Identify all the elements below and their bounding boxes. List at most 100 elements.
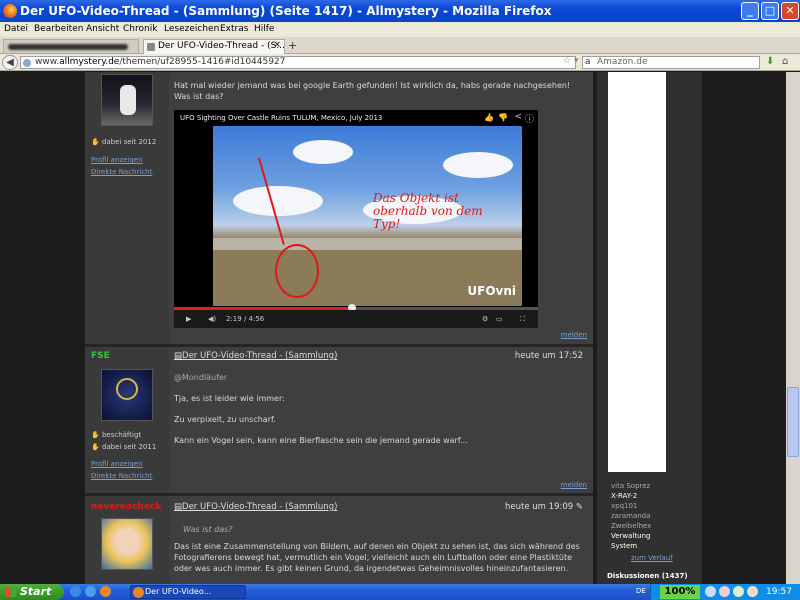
menu-extras[interactable]: Extras — [220, 24, 248, 34]
site-identity-icon[interactable] — [23, 59, 31, 67]
download-icon[interactable]: ⬇ — [766, 56, 774, 67]
status-icon: ✋ — [91, 431, 100, 439]
tray-icon[interactable] — [719, 586, 730, 597]
username-fse[interactable]: FSE — [91, 351, 110, 361]
online-user[interactable]: X-RAY-2 — [611, 492, 637, 500]
settings-gear-icon[interactable]: ⚙ — [482, 315, 488, 323]
language-indicator[interactable]: DE — [636, 587, 646, 595]
scrollbar-thumb[interactable] — [787, 387, 799, 457]
thread-icon: ▤ — [174, 351, 183, 361]
home-icon[interactable]: ⌂ — [782, 56, 788, 67]
video-time: 2:19 / 4:56 — [226, 315, 265, 323]
menu-bar: Datei Bearbeiten Ansicht Chronik Lesezei… — [0, 22, 800, 37]
post-text-line: Kann ein Vogel sein, kann eine Bierflasc… — [174, 436, 468, 445]
message-link[interactable]: Direkte Nachricht — [91, 168, 152, 176]
menu-chronik[interactable]: Chronik — [123, 24, 157, 34]
play-icon[interactable]: ▶ — [186, 315, 191, 323]
windows-flag-icon — [5, 587, 16, 597]
task-label: Der UFO-Video... — [145, 587, 212, 596]
woman-avatar[interactable] — [101, 518, 153, 570]
url-path: /themen/uf28955-1416#id10445927 — [119, 57, 286, 67]
message-link[interactable]: Direkte Nachricht — [91, 472, 152, 480]
mention[interactable]: @Mondläufer — [174, 373, 227, 382]
window-title: Der UFO-Video-Thread - (Sammlung) (Seite… — [20, 4, 552, 18]
tab-close-icon[interactable]: × — [273, 40, 281, 50]
user-since: dabei seit 2011 — [101, 443, 157, 451]
url-bar[interactable]: www.allmystery.de/themen/uf28955-1416#id… — [20, 56, 588, 69]
post-1-body: Hat mal wieder jemand was bei google Ear… — [169, 72, 593, 344]
video-annotation: Das Objekt ist oberhalb von dem Typ! — [373, 191, 483, 231]
post-text-line: Was ist das? — [174, 92, 224, 101]
galactic-federation-avatar[interactable] — [101, 369, 153, 421]
new-tab-button[interactable]: + — [288, 39, 297, 52]
hand-icon: ✋ — [91, 138, 100, 146]
history-link[interactable]: zum Verlauf — [631, 554, 673, 562]
share-icon[interactable]: < — [514, 112, 522, 122]
thread-icon: ▤ — [174, 502, 183, 512]
windows-taskbar: Start Der UFO-Video... DE 100% 19:57 — [0, 584, 800, 600]
quicklaunch-firefox-icon[interactable] — [100, 586, 111, 597]
tray-icon[interactable] — [705, 586, 716, 597]
clock: 19:57 — [766, 587, 792, 597]
menu-lesezeichen[interactable]: Lesezeichen — [164, 24, 219, 34]
discussions-heading: Diskussionen (1437) — [607, 572, 688, 580]
video-frame: Das Objekt ist oberhalb von dem Typ! UFO… — [213, 126, 522, 306]
online-user[interactable]: Zweibelhex — [611, 522, 651, 530]
youtube-icon[interactable]: ▭ — [496, 315, 503, 323]
post-time: heute um 17:52 — [514, 351, 583, 361]
thread-title-link[interactable]: Der UFO-Video-Thread - (Sammlung) — [182, 351, 337, 361]
maximize-button[interactable]: □ — [761, 2, 779, 20]
profile-link[interactable]: Profil anzeigen — [91, 156, 143, 164]
tray-icon[interactable] — [733, 586, 744, 597]
menu-ansicht[interactable]: Ansicht — [86, 24, 119, 34]
post-3-body: ▤Der UFO-Video-Thread - (Sammlung) heute… — [169, 496, 593, 584]
minimize-button[interactable]: _ — [741, 2, 759, 20]
online-user[interactable]: xpq101 — [611, 502, 637, 510]
quicklaunch-desktop-icon[interactable] — [70, 586, 81, 597]
video-player[interactable]: UFO Sighting Over Castle Ruins TULUM, Me… — [174, 110, 538, 328]
online-user[interactable]: zaramanda — [611, 512, 650, 520]
info-icon[interactable]: ⓘ — [525, 112, 534, 125]
hand-icon: ✋ — [91, 443, 100, 451]
fullscreen-icon[interactable]: ⛶ — [520, 315, 525, 324]
zoom-level-badge[interactable]: 100% — [660, 585, 700, 599]
menu-bearbeiten[interactable]: Bearbeiten — [34, 24, 83, 34]
online-user[interactable]: System — [611, 542, 637, 550]
window-titlebar: Der UFO-Video-Thread - (Sammlung) (Seite… — [0, 0, 800, 22]
post-2-userinfo: FSE ✋ beschäftigt ✋ dabei seit 2011 Prof… — [85, 347, 165, 493]
report-link[interactable]: melden — [561, 331, 587, 339]
search-box[interactable]: a Amazon.de — [582, 56, 760, 69]
profile-link[interactable]: Profil anzeigen — [91, 460, 143, 468]
menu-datei[interactable]: Datei — [4, 24, 28, 34]
post-2-body: ▤Der UFO-Video-Thread - (Sammlung) heute… — [169, 347, 593, 493]
close-button[interactable]: ✕ — [781, 2, 799, 20]
online-user[interactable]: vita Soprez — [611, 482, 650, 490]
ad-box — [608, 72, 666, 472]
post-text-line: Das ist eine Zusammenstellung von Bilder… — [174, 542, 580, 551]
tab-active[interactable]: Der UFO-Video-Thread - (S... × — [143, 39, 285, 54]
like-icon[interactable]: 👍 — [484, 113, 494, 122]
video-controls: ▶ ◀) 2:19 / 4:56 ⚙ ▭ ⛶ — [174, 310, 538, 328]
dislike-icon[interactable]: 👎 — [498, 113, 508, 122]
back-button[interactable]: ◀ — [2, 55, 18, 70]
username-nevereacheck[interactable]: nevereacheck — [91, 502, 161, 512]
firefox-icon — [3, 4, 17, 18]
taskbar-firefox-window[interactable]: Der UFO-Video... — [130, 585, 246, 599]
video-title[interactable]: UFO Sighting Over Castle Ruins TULUM, Me… — [180, 114, 382, 122]
tab-redacted[interactable] — [3, 39, 139, 53]
search-placeholder: Amazon.de — [597, 57, 648, 67]
menu-hilfe[interactable]: Hilfe — [254, 24, 274, 34]
online-user[interactable]: Verwaltung — [611, 532, 650, 540]
post-text-line: Hat mal wieder jemand was bei google Ear… — [174, 81, 571, 90]
vertical-scrollbar[interactable] — [786, 72, 800, 584]
report-link[interactable]: melden — [561, 481, 587, 489]
volume-icon[interactable]: ◀) — [208, 315, 216, 323]
start-button[interactable]: Start — [0, 584, 64, 600]
thread-title-link[interactable]: Der UFO-Video-Thread - (Sammlung) — [182, 502, 337, 512]
post-text-line: Tja, es ist leider wie immer: — [174, 394, 285, 403]
post-text-line: Zu verpixelt, zu unscharf. — [174, 415, 276, 424]
tray-icon[interactable] — [747, 586, 758, 597]
astronaut-avatar[interactable] — [101, 74, 153, 126]
tab-bar: Der UFO-Video-Thread - (S... × + — [0, 37, 800, 54]
quicklaunch-ie-icon[interactable] — [85, 586, 96, 597]
